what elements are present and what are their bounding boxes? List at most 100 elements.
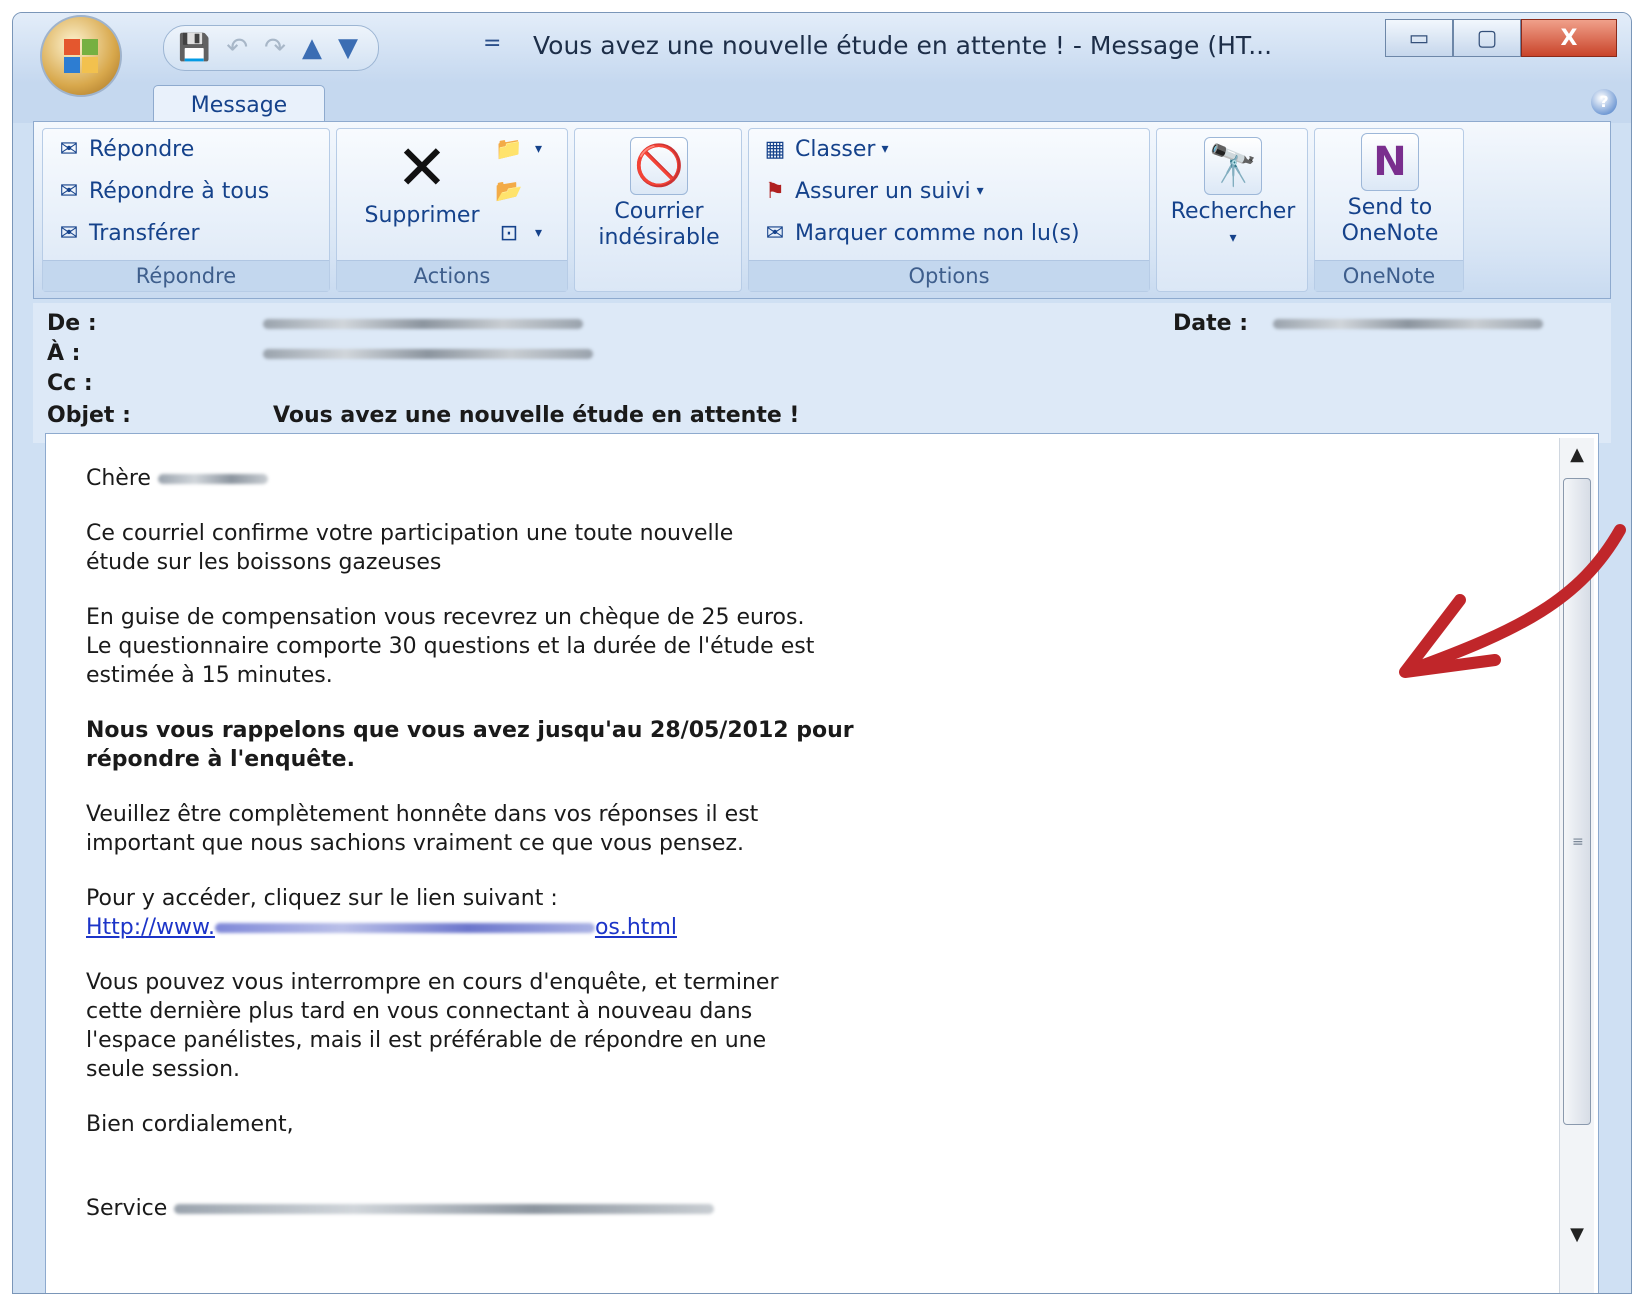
p6-line3: l'espace panélistes, mais il est préféra… bbox=[86, 1028, 767, 1053]
date-label: Date : bbox=[1173, 311, 1249, 336]
group-onenote: N Send to OneNote OneNote bbox=[1314, 128, 1464, 292]
recipient-name-redacted bbox=[157, 474, 268, 484]
follow-up-dropdown-icon: ▾ bbox=[976, 183, 984, 199]
p6-line4: seule session. bbox=[86, 1057, 241, 1082]
minimize-button[interactable]: ▭ bbox=[1385, 19, 1453, 57]
title-bar: 💾 ↶ ↷ ▲ ▼ = Vous avez une nouvelle étude… bbox=[13, 13, 1631, 83]
delete-button[interactable]: ✕ Supprimer bbox=[347, 133, 497, 229]
group-label-onenote: OneNote bbox=[1315, 260, 1463, 291]
categorize-dropdown-icon: ▾ bbox=[881, 141, 889, 157]
next-item-icon[interactable]: ▼ bbox=[338, 35, 358, 61]
link-redacted bbox=[214, 923, 595, 933]
group-options: ▦ Classer ▾ ⚑ Assurer un suivi ▾ ✉ Marquer… bbox=[748, 128, 1150, 292]
tab-message[interactable]: Message bbox=[153, 85, 325, 124]
undo-icon[interactable]: ↶ bbox=[226, 35, 248, 61]
quick-access-toolbar: 💾 ↶ ↷ ▲ ▼ bbox=[163, 25, 379, 71]
forward-label: Transférer bbox=[89, 220, 200, 246]
move-folder-icon: 📁 bbox=[495, 136, 523, 162]
survey-link[interactable]: Http://www. os.html bbox=[86, 915, 677, 940]
binoculars-icon: 🔭 bbox=[1204, 137, 1262, 195]
mark-unread-button[interactable]: ✉ Marquer comme non lu(s) bbox=[761, 219, 1080, 247]
redo-icon[interactable]: ↷ bbox=[264, 35, 286, 61]
paragraph-5: Pour y accéder, cliquez sur le lien suiv… bbox=[86, 884, 1086, 942]
save-icon[interactable]: 💾 bbox=[178, 35, 210, 61]
find-button[interactable]: 🔭 Rechercher ▾ bbox=[1161, 137, 1305, 251]
paragraph-1: Ce courriel confirme votre participation… bbox=[86, 519, 1086, 577]
paragraph-6: Vous pouvez vous interrompre en cours d'… bbox=[86, 968, 1086, 1084]
rules-button[interactable]: 📂 bbox=[495, 177, 529, 205]
group-label-options: Options bbox=[749, 260, 1149, 291]
scroll-up-icon[interactable]: ▲ bbox=[1560, 438, 1594, 472]
maximize-button[interactable]: ▢ bbox=[1453, 19, 1521, 57]
move-dropdown-icon: ▾ bbox=[535, 141, 543, 157]
send-to-onenote-button[interactable]: N Send to OneNote bbox=[1319, 133, 1461, 247]
p2-line2: Le questionnaire comporte 30 questions e… bbox=[86, 634, 815, 659]
window-title: Vous avez une nouvelle étude en attente … bbox=[533, 31, 1273, 60]
date-value-redacted bbox=[1273, 319, 1543, 329]
reply-all-button[interactable]: ✉ Répondre à tous bbox=[55, 177, 269, 205]
vertical-scrollbar[interactable]: ▲ ≡ ▼ bbox=[1559, 438, 1594, 1293]
previous-item-icon[interactable]: ▲ bbox=[302, 35, 322, 61]
greeting-line: Chère bbox=[86, 464, 1086, 493]
forward-button[interactable]: ✉ Transférer bbox=[55, 219, 200, 247]
paragraph-4: Veuillez être complètement honnête dans … bbox=[86, 800, 1086, 858]
categorize-icon: ▦ bbox=[764, 136, 786, 162]
help-icon[interactable]: ? bbox=[1591, 89, 1617, 115]
office-button[interactable] bbox=[40, 15, 122, 97]
reply-label: Répondre bbox=[89, 136, 195, 162]
p3-line1: Nous vous rappelons que vous avez jusqu'… bbox=[86, 718, 854, 743]
scroll-down-icon[interactable]: ▼ bbox=[1560, 1218, 1594, 1252]
link-prefix: Http://www. bbox=[86, 915, 215, 940]
mark-unread-label: Marquer comme non lu(s) bbox=[795, 220, 1080, 246]
signature-text: Service bbox=[86, 1196, 168, 1221]
message-header: De : À : Cc : Objet : Vous avez une nouv… bbox=[33, 303, 1611, 443]
to-label: À : bbox=[47, 341, 81, 366]
p2-line3: estimée à 15 minutes. bbox=[86, 663, 333, 688]
other-actions-icon: ⊡ bbox=[499, 220, 519, 246]
p5-line1: Pour y accéder, cliquez sur le lien suiv… bbox=[86, 886, 558, 911]
customize-toolbar-icon[interactable]: = bbox=[483, 31, 501, 56]
p6-line2: cette dernière plus tard en vous connect… bbox=[86, 999, 753, 1024]
delete-label: Supprimer bbox=[364, 203, 480, 228]
grip-icon: ≡ bbox=[1572, 834, 1584, 850]
other-actions-dropdown-icon: ▾ bbox=[535, 225, 543, 241]
onenote-btn-line2: OneNote bbox=[1341, 221, 1439, 246]
office-logo-icon bbox=[64, 39, 98, 73]
ribbon-tab-row: Message ? bbox=[13, 83, 1631, 124]
cc-label: Cc : bbox=[47, 371, 93, 396]
message-text: Chère Ce courriel confirme votre partici… bbox=[86, 464, 1086, 1249]
group-label-repondre: Répondre bbox=[43, 260, 329, 291]
signature-line: Service bbox=[86, 1194, 1086, 1223]
group-label-actions: Actions bbox=[337, 260, 567, 291]
reply-icon: ✉ bbox=[59, 136, 79, 162]
move-to-folder-button[interactable]: 📁 ▾ bbox=[495, 135, 542, 163]
close-button[interactable]: X bbox=[1521, 19, 1617, 57]
junk-label-line1: Courrier bbox=[614, 199, 704, 224]
p6-line1: Vous pouvez vous interrompre en cours d'… bbox=[86, 970, 779, 995]
subject-value: Vous avez une nouvelle étude en attente … bbox=[273, 403, 800, 428]
flag-icon: ⚑ bbox=[765, 178, 785, 204]
message-body[interactable]: Chère Ce courriel confirme votre partici… bbox=[45, 433, 1599, 1293]
group-search: 🔭 Rechercher ▾ bbox=[1156, 128, 1308, 292]
greeting-text: Chère bbox=[86, 466, 151, 491]
reply-button[interactable]: ✉ Répondre bbox=[55, 135, 194, 163]
open-folder-icon: 📂 bbox=[495, 178, 523, 204]
from-value-redacted bbox=[263, 319, 583, 329]
find-label: Rechercher bbox=[1170, 199, 1296, 224]
onenote-btn-line1: Send to bbox=[1347, 195, 1433, 220]
delete-x-icon: ✕ bbox=[396, 131, 448, 204]
categorize-button[interactable]: ▦ Classer ▾ bbox=[761, 135, 889, 163]
scrollbar-thumb[interactable]: ≡ bbox=[1563, 478, 1591, 1125]
follow-up-button[interactable]: ⚑ Assurer un suivi ▾ bbox=[761, 177, 984, 205]
group-actions: ✕ Supprimer 📁 ▾ 📂 ⊡ ▾ Actions bbox=[336, 128, 568, 292]
closing: Bien cordialement, bbox=[86, 1112, 294, 1137]
group-junk: 🚫 Courrier indésirable bbox=[574, 128, 742, 292]
signature-redacted bbox=[174, 1204, 715, 1214]
follow-up-label: Assurer un suivi bbox=[795, 178, 971, 204]
other-actions-button[interactable]: ⊡ ▾ bbox=[495, 219, 542, 247]
ribbon: ✉ Répondre ✉ Répondre à tous ✉ Transfére… bbox=[33, 121, 1611, 299]
p4-line1: Veuillez être complètement honnête dans … bbox=[86, 802, 759, 827]
to-value-redacted bbox=[263, 349, 593, 359]
junk-mail-button[interactable]: 🚫 Courrier indésirable bbox=[579, 137, 739, 251]
subject-label: Objet : bbox=[47, 403, 131, 428]
